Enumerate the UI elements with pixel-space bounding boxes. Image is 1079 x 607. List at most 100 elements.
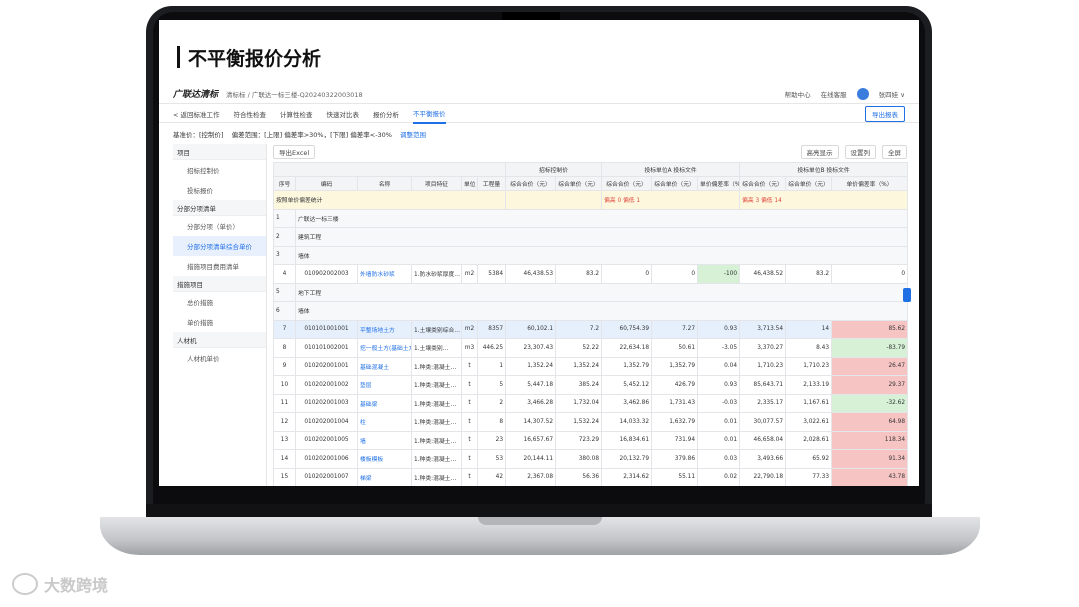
item-name[interactable]: 平整场地土方 [357,319,412,339]
control-unit: 1,352.24 [555,356,603,376]
control-total: 2,367.08 [505,467,557,486]
sidebar-item-unit-measures[interactable]: 单价措施 [173,312,266,332]
item-unit: t [461,467,478,486]
avatar[interactable] [856,87,869,100]
item-name[interactable]: 梯梁 [357,467,412,486]
columns-button[interactable]: 设置列 [844,145,876,159]
b-total: 3,713.54 [739,319,787,339]
adjust-range-link[interactable]: 调整范围 [400,129,426,139]
item-unit: t [461,449,478,469]
b-deviation: 85.62 [831,319,909,339]
b-deviation: 43.78 [831,467,909,486]
item-unit: m3 [461,338,478,358]
help-link[interactable]: 帮助中心 [785,89,811,99]
a-deviation: 0.01 [697,430,741,450]
table-row[interactable]: 12 010202001004 柱 1.种类:混凝土… t 8 14,307.52 1,532… [273,412,909,432]
a-total: 22,634.18 [601,338,653,358]
group-header-blank [272,162,507,177]
b-unit: 2,133.19 [785,375,833,395]
group-header-b: 投标单位B 投标文件 [739,162,909,177]
item-qty: 5 [476,375,507,395]
item-name[interactable]: 楼板模板 [357,449,412,469]
tab-compliance[interactable]: 符合性检查 [234,105,267,123]
summary-b: 偏高 3 偏低 14 [739,190,909,210]
table-row[interactable]: 9 010202001001 基础混凝土 1.种类:混凝土… t 1 1,352.24 1,3… [273,356,909,376]
b-deviation: -32.62 [831,393,909,413]
table-row[interactable]: 3 墙体 [273,245,909,265]
fullscreen-button[interactable]: 全屏 [882,145,907,159]
item-spec: 1.种类:混凝土… [411,393,462,413]
a-unit: 7.27 [651,319,699,339]
item-name[interactable]: 垫层 [357,375,412,395]
table-row[interactable]: 13 010202001005 墙 1.种类:混凝土… t 23 16,657.67 723.… [273,430,909,450]
sidebar-group-sub-items[interactable]: 分部分项清单 [173,200,266,216]
table-row[interactable]: 7 010101001001 平整场地土方 1.土壤类别综合… m2 8357 60,102… [273,319,909,339]
a-total: 3,462.86 [601,393,653,413]
tab-compare[interactable]: 快速对比表 [327,105,360,123]
app-header: 广联达清标 清标标 / 广联达一标三楼-Q20240322003018 帮助中心… [159,84,919,104]
item-qty: 5384 [476,264,507,284]
breadcrumb[interactable]: 清标标 / 广联达一标三楼-Q20240322003018 [226,89,363,99]
control-total: 5,447.18 [505,375,557,395]
table-row[interactable]: 14 010202001006 楼板模板 1.种类:混凝土… t 53 20,144.11 3… [273,449,909,469]
tab-calculation[interactable]: 计算性检查 [280,105,313,123]
control-unit: 385.24 [555,375,603,395]
support-link[interactable]: 在线客服 [821,89,847,99]
item-qty: 23 [476,430,507,450]
table-row[interactable]: 1 广联达一标三楼 [273,208,909,228]
row-number: 2 [273,227,296,247]
b-total: 3,493.66 [739,449,787,469]
sidebar-item-control-price[interactable]: 招标控制价 [173,160,266,180]
item-unit: t [461,412,478,432]
table-row[interactable]: 5 地下工程 [273,282,909,302]
column-header: 综合单价（元） [555,176,603,191]
highlight-button[interactable]: 高亮显示 [800,145,839,159]
export-excel-button[interactable]: 导出Excel [273,145,316,159]
column-header: 名称 [357,176,412,191]
sidebar-item-total-measures[interactable]: 总价措施 [173,292,266,312]
column-header: 编码 [295,176,358,191]
sidebar-item-sub-composite[interactable]: 分部分项清单综合单价 [173,236,266,256]
control-unit: 723.29 [555,430,603,450]
column-header: 单价偏差率（%） [831,176,909,191]
sidebar-item-measures-fee[interactable]: 措施项目费用清单 [173,256,266,276]
tab-price-analysis[interactable]: 报价分析 [373,105,399,123]
sidebar-item-sub-unit[interactable]: 分部分项（单价） [173,216,266,236]
item-name[interactable]: 挖一般土方(基础土方) [357,338,412,358]
table-row[interactable]: 8 010101002001 挖一般土方(基础土方) 1.土壤类别… m3 446.25 2… [273,338,909,358]
table-row[interactable]: 4 010902002003 外墙防水砂浆 1.防水砂浆厚度… m2 5384 46,438… [273,264,909,284]
export-report-button[interactable]: 导出报表 [865,105,905,122]
user-menu[interactable]: 张四娃 ∨ [879,89,905,99]
item-name[interactable]: 墙 [357,430,412,450]
item-name[interactable]: 柱 [357,412,412,432]
control-total: 46,438.53 [505,264,557,284]
row-number: 15 [273,467,296,486]
a-total: 5,452.12 [601,375,653,395]
scroll-handle[interactable] [903,288,911,302]
a-deviation: 0.04 [697,356,741,376]
item-name[interactable]: 基础混凝土 [357,356,412,376]
sidebar-group-measures[interactable]: 措施项目 [173,276,266,292]
watermark-logo-icon [12,573,38,595]
table-row[interactable]: 6 墙体 [273,301,909,321]
back-button[interactable]: < 返回标准工作 [173,109,220,119]
sidebar-group-materials[interactable]: 人材机 [173,332,266,348]
table-row[interactable]: 11 010202001003 基础梁 1.种类:混凝土… t 2 3,466.28 1,73… [273,393,909,413]
a-total: 2,314.62 [601,467,653,486]
sidebar-item-bid-price[interactable]: 投标报价 [173,180,266,200]
sidebar-item-material-price[interactable]: 人材机单价 [173,348,266,368]
table-row[interactable]: 15 010202001007 梯梁 1.种类:混凝土… t 42 2,367.08 56.3… [273,467,909,486]
b-deviation: -83.79 [831,338,909,358]
item-name[interactable]: 外墙防水砂浆 [357,264,412,284]
item-name[interactable]: 基础梁 [357,393,412,413]
item-qty: 42 [476,467,507,486]
row-number: 10 [273,375,296,395]
table-row[interactable]: 2 建筑工程 [273,227,909,247]
laptop-groove [478,517,602,525]
sidebar: 项目 招标控制价 投标报价 分部分项清单 分部分项（单价） 分部分项清单综合单价… [173,144,267,486]
table-row[interactable]: 10 010202001002 垫层 1.种类:混凝土… t 5 5,447.18 385.2… [273,375,909,395]
sidebar-group-project[interactable]: 项目 [173,144,266,160]
group-label: 墙体 [294,245,909,265]
b-unit: 8.43 [785,338,833,358]
tab-unbalanced[interactable]: 不平衡报价 [413,104,446,124]
